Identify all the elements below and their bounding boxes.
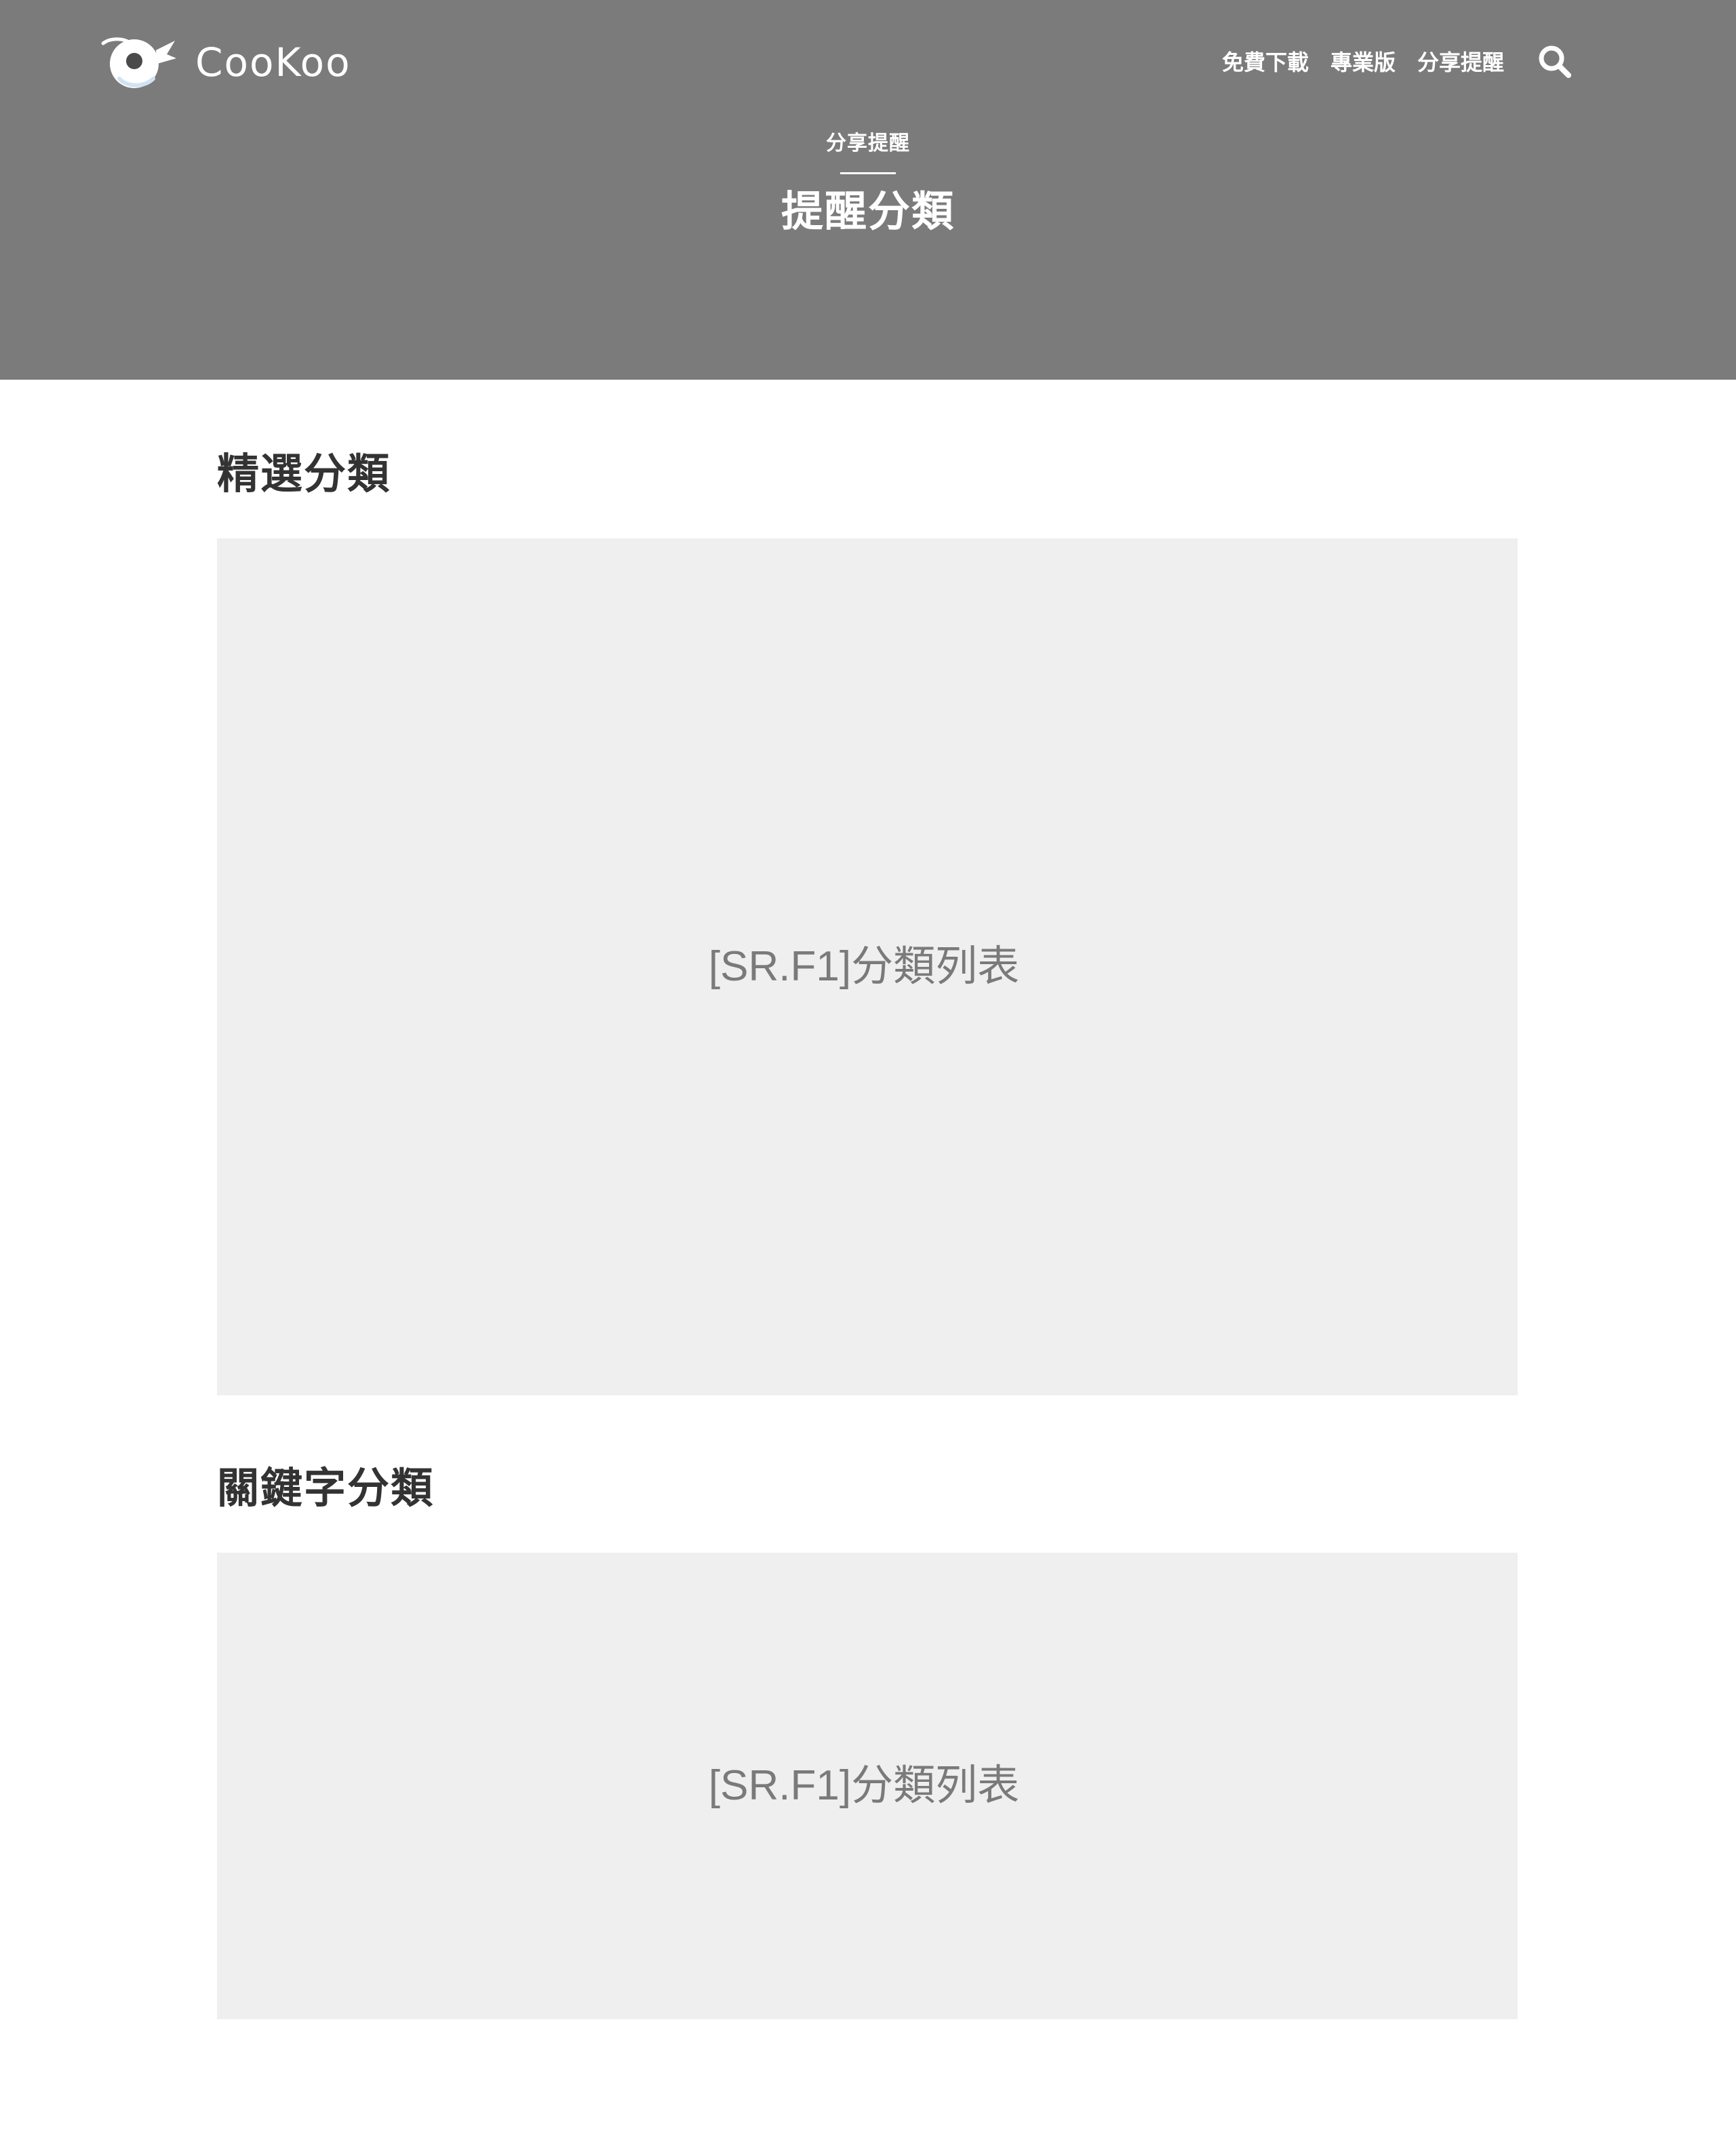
cookoo-bird-icon: [101, 37, 176, 88]
main-nav: 免費下載 專業版 分享提醒: [1200, 39, 1573, 83]
logo-wordmark: CooKoo: [195, 39, 351, 85]
placeholder-label: [SR.F1]分類列表: [708, 943, 1020, 990]
featured-category-list-placeholder: [SR.F1]分類列表: [217, 538, 1518, 1395]
hero-divider: [840, 172, 896, 174]
hero-title-block: 分享提醒 提醒分類: [0, 130, 1736, 239]
search-button[interactable]: [1535, 42, 1573, 80]
hero-eyebrow: 分享提醒: [826, 132, 910, 155]
section-heading-featured: 精選分類: [217, 451, 391, 498]
placeholder-label: [SR.F1]分類列表: [708, 1762, 1020, 1809]
hero-banner: CooKoo 免費下載 專業版 分享提醒 分享提醒 提醒分類: [0, 0, 1736, 380]
search-icon: [1539, 45, 1571, 78]
nav-pro-version[interactable]: 專業版: [1330, 45, 1396, 77]
nav-free-download[interactable]: 免費下載: [1222, 45, 1309, 77]
site-logo[interactable]: CooKoo: [99, 34, 351, 91]
page-title: 提醒分類: [781, 188, 955, 235]
keyword-category-list-placeholder: [SR.F1]分類列表: [217, 1553, 1518, 2019]
nav-share-reminder[interactable]: 分享提醒: [1417, 45, 1504, 77]
section-heading-keyword: 關鍵字分類: [217, 1465, 435, 1512]
